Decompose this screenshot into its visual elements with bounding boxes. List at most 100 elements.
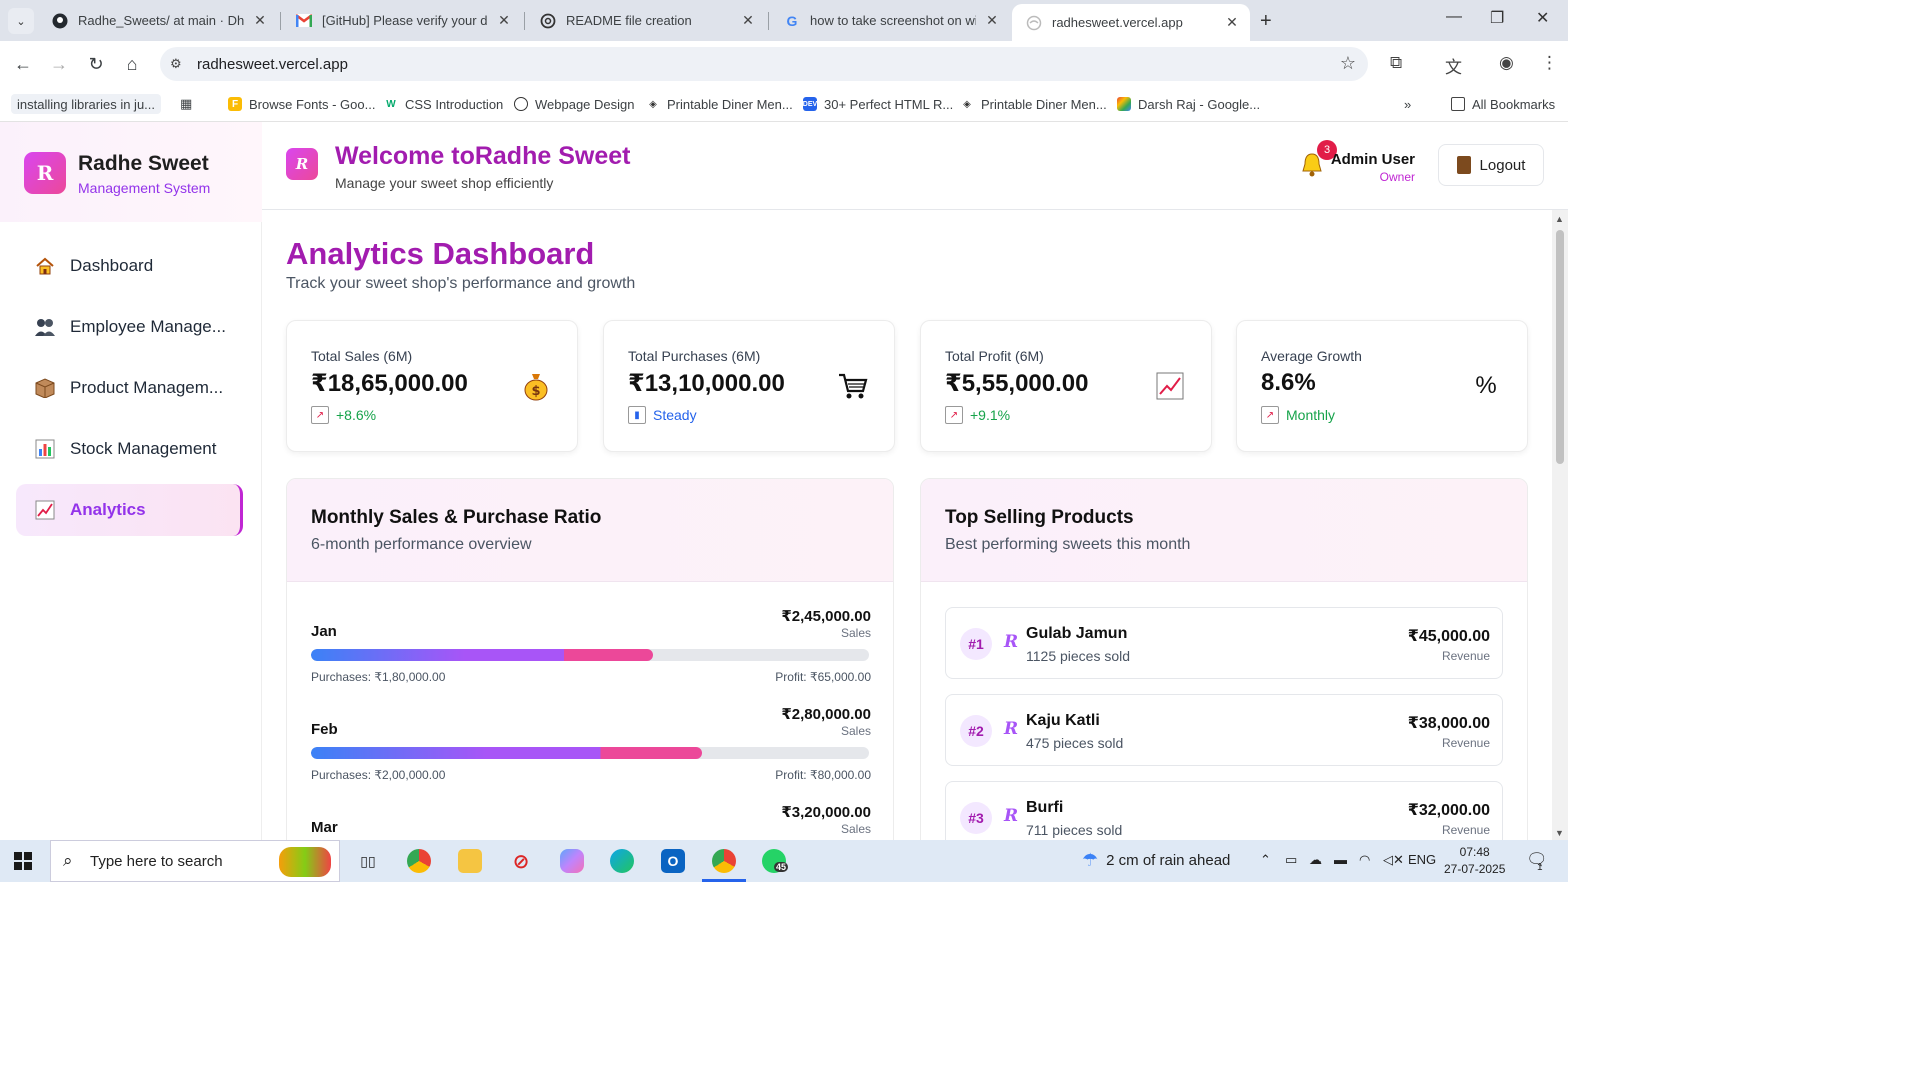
- tab-title: Radhe_Sweets/ at main · Dhruv: [78, 13, 244, 28]
- sales-label: Sales: [840, 724, 871, 738]
- restore-icon[interactable]: ❐: [1490, 8, 1504, 28]
- task-view-icon[interactable]: ▯▯: [356, 849, 380, 873]
- product-item[interactable]: #3 R Burfi 711 pieces sold ₹32,000.00 Re…: [945, 781, 1503, 840]
- stat-label: Total Sales (6M): [311, 348, 413, 364]
- product-item[interactable]: #1 R Gulab Jamun 1125 pieces sold ₹45,00…: [945, 607, 1503, 679]
- bookmarks-bar: installing libraries in ju... ▦ F Browse …: [0, 87, 1568, 122]
- sidebar-item-analytics[interactable]: Analytics: [16, 484, 243, 536]
- stat-value: ₹5,55,000.00: [945, 370, 1089, 397]
- sidebar-item-products[interactable]: Product Managem...: [16, 362, 243, 414]
- close-icon[interactable]: ✕: [740, 12, 756, 29]
- panel-header: Monthly Sales & Purchase Ratio 6-month p…: [287, 479, 893, 582]
- battery-icon[interactable]: ▬: [1334, 852, 1347, 867]
- sidebar-item-employees[interactable]: Employee Manage...: [16, 301, 243, 353]
- stat-trend-text: Monthly: [1286, 407, 1336, 423]
- windows-start-icon[interactable]: [14, 852, 32, 870]
- stat-label: Average Growth: [1261, 348, 1362, 364]
- tray-chevron-icon[interactable]: ⌃: [1260, 852, 1271, 868]
- sales-label: Sales: [840, 626, 871, 640]
- blocked-app-icon[interactable]: ⊘: [509, 849, 533, 873]
- top-header: R Welcome toRadhe Sweet Manage your swee…: [262, 122, 1568, 210]
- rank-badge: #1: [960, 628, 992, 660]
- tray-cloud-icon[interactable]: ☁: [1309, 852, 1322, 868]
- sidebar-item-dashboard[interactable]: Dashboard: [16, 240, 243, 292]
- sidebar-item-stock[interactable]: Stock Management: [16, 423, 243, 475]
- copilot-icon[interactable]: [560, 849, 584, 873]
- stat-trend: ↗ +9.1%: [945, 406, 1010, 424]
- volume-muted-icon[interactable]: ◁✕: [1383, 852, 1404, 868]
- sidebar-item-label: Product Managem...: [70, 378, 224, 397]
- bookmark-item[interactable]: Darsh Raj - Google...: [1117, 94, 1260, 114]
- revenue-label: Revenue: [1441, 823, 1490, 837]
- tab-search-button[interactable]: ⌄: [8, 8, 34, 34]
- apps-grid-icon[interactable]: ▦: [180, 94, 192, 114]
- minimize-icon[interactable]: —: [1446, 8, 1462, 26]
- chrome-icon[interactable]: [407, 849, 431, 873]
- back-arrow-icon[interactable]: ←: [12, 53, 34, 75]
- product-qty: 711 pieces sold: [1026, 822, 1123, 838]
- tray-device-icon[interactable]: ▭: [1285, 852, 1297, 868]
- close-icon[interactable]: ✕: [252, 12, 268, 29]
- file-explorer-icon[interactable]: [458, 849, 482, 873]
- bookmark-item[interactable]: ◈ Printable Diner Men...: [960, 94, 1107, 114]
- search-icon: ⌕: [63, 851, 73, 870]
- scroll-up-icon[interactable]: ▲: [1555, 214, 1564, 224]
- ratio-bar: [311, 747, 869, 759]
- bookmark-item[interactable]: ◈ Printable Diner Men...: [646, 94, 793, 114]
- all-bookmarks[interactable]: All Bookmarks: [1451, 94, 1555, 114]
- google-fonts-icon: F: [228, 97, 242, 111]
- new-tab-button[interactable]: +: [1260, 10, 1272, 33]
- weather-widget[interactable]: ☂ 2 cm of rain ahead: [1082, 850, 1230, 871]
- language-indicator[interactable]: ENG: [1408, 852, 1436, 867]
- browser-tab-active[interactable]: radhesweet.vercel.app ✕: [1012, 4, 1250, 41]
- scroll-down-icon[interactable]: ▼: [1555, 828, 1564, 838]
- edge-icon[interactable]: [610, 849, 634, 873]
- translate-icon[interactable]: 文: [1445, 53, 1462, 78]
- url-text[interactable]: radhesweet.vercel.app: [197, 56, 348, 73]
- forward-arrow-icon[interactable]: →: [48, 53, 70, 75]
- clock[interactable]: 07:48 27-07-2025: [1444, 844, 1505, 878]
- brand-logo: R: [24, 152, 66, 194]
- product-revenue: ₹38,000.00: [1407, 715, 1490, 732]
- chrome-active-icon[interactable]: [702, 849, 746, 882]
- bookmark-item[interactable]: DEV 30+ Perfect HTML R...: [803, 94, 953, 114]
- bookmark-item[interactable]: F Browse Fonts - Goo...: [228, 94, 375, 114]
- cart-icon: [838, 371, 868, 401]
- folder-icon: [1451, 97, 1465, 111]
- outlook-icon[interactable]: O: [661, 849, 685, 873]
- more-bookmarks-icon[interactable]: »: [1404, 94, 1411, 114]
- ratio-bar: [311, 649, 869, 661]
- browser-tab[interactable]: Radhe_Sweets/ at main · Dhruv ✕: [38, 4, 278, 37]
- wifi-icon[interactable]: ◠: [1359, 852, 1370, 868]
- taskbar-search[interactable]: ⌕ Type here to search: [50, 840, 340, 882]
- scrollbar-thumb[interactable]: [1556, 230, 1564, 464]
- bookmark-item[interactable]: W CSS Introduction: [384, 94, 503, 114]
- whatsapp-icon[interactable]: 45: [762, 849, 789, 873]
- site-info-icon[interactable]: ⚙: [170, 56, 182, 72]
- reload-icon[interactable]: ↻: [85, 53, 107, 75]
- page-scrollbar[interactable]: ▲ ▼: [1552, 210, 1568, 840]
- extensions-icon[interactable]: ⧉: [1390, 53, 1402, 73]
- logout-button[interactable]: Logout: [1438, 144, 1544, 186]
- rank-badge: #2: [960, 715, 992, 747]
- close-icon[interactable]: ✕: [984, 12, 1000, 29]
- home-icon[interactable]: ⌂: [121, 53, 143, 75]
- stat-card-purchases: Total Purchases (6M) ₹13,10,000.00 ▮ Stea…: [603, 320, 895, 452]
- profile-icon[interactable]: ◉: [1499, 53, 1514, 73]
- window-close-icon[interactable]: ✕: [1536, 8, 1549, 28]
- bookmark-star-icon[interactable]: ☆: [1340, 53, 1356, 74]
- browser-tab[interactable]: [GitHub] Please verify your devi ✕: [282, 4, 522, 37]
- address-bar[interactable]: ⚙ radhesweet.vercel.app ☆: [160, 47, 1368, 81]
- browser-tab[interactable]: G how to take screenshot on wind ✕: [770, 4, 1010, 37]
- sidebar: R Radhe Sweet Management System Dashboar…: [0, 122, 262, 840]
- google-photos-icon: [1117, 97, 1131, 111]
- bookmark-item[interactable]: Webpage Design: [514, 94, 635, 114]
- close-icon[interactable]: ✕: [496, 12, 512, 29]
- money-bag-icon: $: [521, 371, 551, 401]
- menu-dots-icon[interactable]: ⋮: [1541, 53, 1558, 73]
- close-icon[interactable]: ✕: [1224, 14, 1240, 31]
- browser-tab[interactable]: README file creation ✕: [526, 4, 766, 37]
- search-placeholder: Type here to search: [90, 853, 223, 870]
- product-item[interactable]: #2 R Kaju Katli 475 pieces sold ₹38,000.…: [945, 694, 1503, 766]
- bookmark-item[interactable]: installing libraries in ju...: [11, 94, 162, 114]
